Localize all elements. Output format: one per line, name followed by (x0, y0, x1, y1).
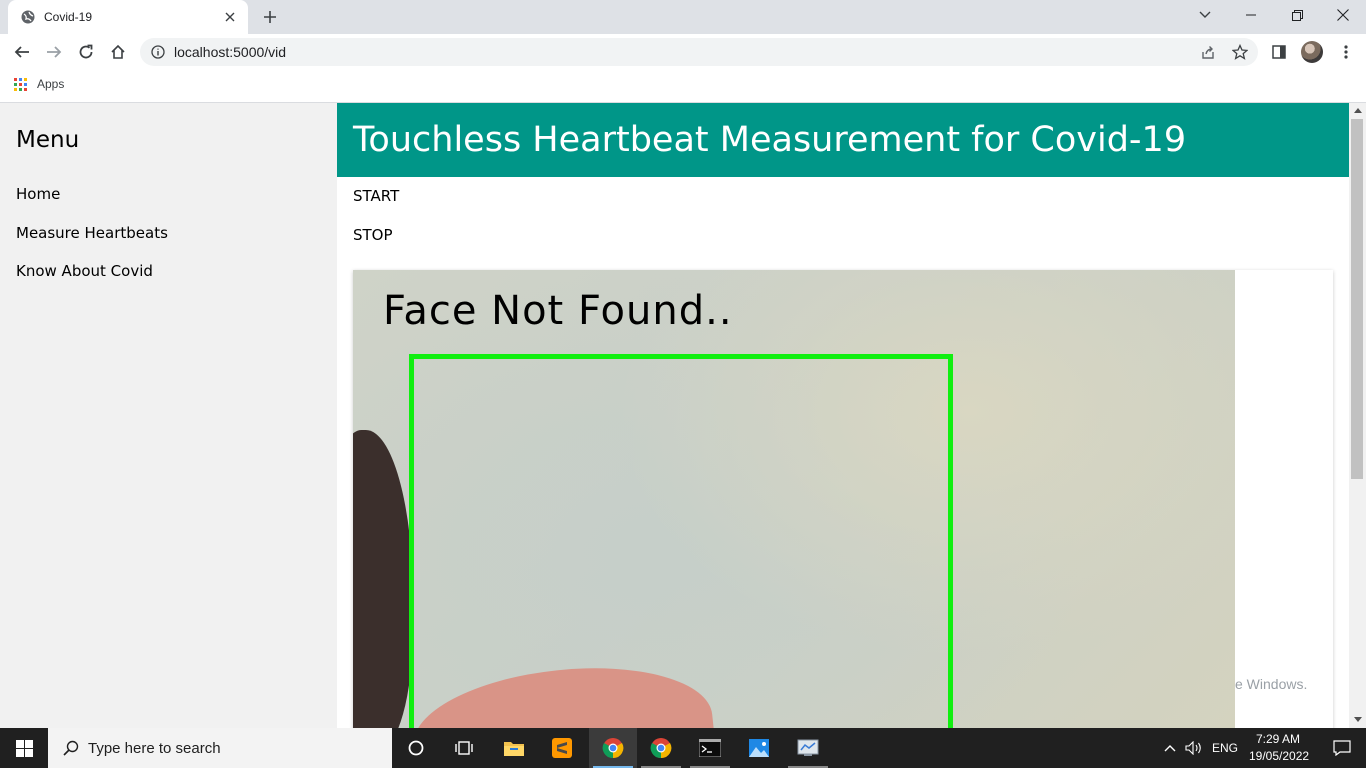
browser-toolbar: localhost:5000/vid (0, 34, 1366, 70)
minimize-button[interactable] (1228, 0, 1274, 30)
globe-icon (20, 9, 36, 25)
search-placeholder: Type here to search (88, 739, 221, 757)
windows-taskbar: Type here to search ENG 7:29 AM 19/05/20… (0, 728, 1366, 768)
share-icon[interactable] (1196, 40, 1220, 64)
notifications-icon[interactable] (1318, 728, 1366, 768)
page-scrollbar[interactable] (1349, 103, 1366, 728)
apps-label: Apps (37, 77, 65, 91)
clock-date[interactable]: 19/05/2022 (1249, 749, 1309, 763)
tab-search-icon[interactable] (1182, 0, 1228, 30)
scroll-up-icon[interactable] (1349, 103, 1366, 117)
volume-icon[interactable] (1182, 728, 1206, 768)
chrome-icon[interactable] (589, 728, 637, 768)
start-link[interactable]: START (353, 187, 399, 205)
side-panel-icon[interactable] (1267, 40, 1291, 64)
show-hidden-icons-icon[interactable] (1158, 728, 1182, 768)
sidebar-item-know-about-covid[interactable]: Know About Covid (16, 262, 153, 280)
sidebar-item-home[interactable]: Home (16, 185, 60, 203)
file-explorer-icon[interactable] (490, 728, 538, 768)
close-window-button[interactable] (1320, 0, 1366, 30)
apps-shortcut[interactable]: Apps (14, 77, 64, 91)
bookmark-star-icon[interactable] (1228, 40, 1252, 64)
apps-grid-icon (14, 77, 27, 91)
forward-icon[interactable] (42, 40, 66, 64)
terminal-icon[interactable] (686, 728, 734, 768)
search-icon (62, 739, 80, 757)
sidebar-title: Menu (16, 127, 80, 153)
bookmarks-bar: Apps (0, 70, 1366, 103)
taskbar-search-box[interactable]: Type here to search (48, 728, 392, 768)
sidebar-item-measure-heartbeats[interactable]: Measure Heartbeats (16, 224, 168, 242)
tab-strip: Covid-19 (0, 0, 1366, 34)
page-header: Touchless Heartbeat Measurement for Covi… (337, 103, 1349, 177)
close-tab-icon[interactable] (222, 9, 238, 25)
person-hair-region (353, 430, 413, 728)
photos-icon[interactable] (735, 728, 783, 768)
address-bar[interactable]: localhost:5000/vid (140, 38, 1258, 66)
more-menu-icon[interactable] (1334, 40, 1358, 64)
network-app-icon[interactable] (784, 728, 832, 768)
task-view-icon[interactable] (440, 728, 488, 768)
restore-button[interactable] (1274, 0, 1320, 30)
stop-link[interactable]: STOP (353, 226, 393, 244)
tab-title: Covid-19 (44, 10, 93, 24)
scroll-down-icon[interactable] (1349, 712, 1366, 726)
page-title: Touchless Heartbeat Measurement for Covi… (353, 120, 1187, 160)
video-card: Face Not Found.. (353, 270, 1333, 728)
language-indicator[interactable]: ENG (1212, 741, 1238, 755)
reload-icon[interactable] (74, 40, 98, 64)
chrome-icon[interactable] (637, 728, 685, 768)
sidebar: Menu Home Measure Heartbeats Know About … (0, 103, 337, 728)
profile-avatar[interactable] (1301, 41, 1323, 63)
sublime-text-icon[interactable] (538, 728, 586, 768)
site-info-icon[interactable] (150, 44, 166, 60)
new-tab-button[interactable] (259, 6, 281, 28)
clock-time[interactable]: 7:29 AM (1256, 732, 1300, 746)
home-icon[interactable] (106, 40, 130, 64)
browser-tab[interactable]: Covid-19 (8, 0, 248, 34)
url-text: localhost:5000/vid (174, 44, 287, 60)
scrollbar-thumb[interactable] (1351, 119, 1363, 479)
cortana-icon[interactable] (392, 728, 440, 768)
back-icon[interactable] (10, 40, 34, 64)
main-content: Touchless Heartbeat Measurement for Covi… (337, 103, 1349, 728)
face-status-text: Face Not Found.. (383, 288, 733, 334)
face-detection-box (409, 354, 953, 728)
activation-watermark: e Windows. (1235, 676, 1308, 692)
windows-start-icon[interactable] (0, 728, 48, 768)
webcam-video-feed: Face Not Found.. (353, 270, 1235, 728)
